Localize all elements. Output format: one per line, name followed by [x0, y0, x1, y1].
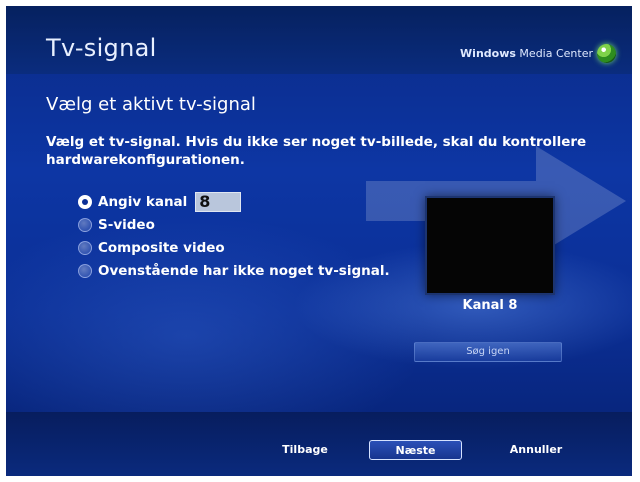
option-label: Ovenstående har ikke noget tv-signal.	[98, 262, 390, 279]
radio-no-signal[interactable]	[78, 263, 92, 278]
brand: Windows Media Center	[460, 44, 616, 63]
option-specify-channel[interactable]: Angiv kanal	[78, 190, 390, 213]
tv-preview	[425, 196, 555, 295]
brand-text-rest: Media Center	[515, 47, 593, 60]
channel-input[interactable]	[195, 191, 242, 212]
radio-specify-channel[interactable]	[78, 194, 92, 209]
header-bar: Tv-signal Windows Media Center	[6, 6, 632, 74]
section-heading: Vælg et aktivt tv-signal	[46, 94, 256, 115]
page-title: Tv-signal	[46, 34, 157, 62]
option-label: S-video	[98, 216, 155, 233]
next-button[interactable]: Næste	[369, 440, 462, 460]
windows-flag-icon	[597, 44, 616, 63]
option-no-signal[interactable]: Ovenstående har ikke noget tv-signal.	[78, 259, 390, 282]
radio-composite-video[interactable]	[78, 240, 92, 255]
wizard-window: Tv-signal Windows Media Center Vælg et a…	[6, 6, 632, 476]
brand-text-bold: Windows	[460, 47, 516, 60]
option-label: Composite video	[98, 239, 225, 256]
radio-s-video[interactable]	[78, 217, 92, 232]
option-label: Angiv kanal	[98, 193, 188, 210]
instruction-text: Vælg et tv-signal. Hvis du ikke ser noge…	[46, 134, 587, 168]
option-s-video[interactable]: S-video	[78, 213, 390, 236]
preview-channel-label: Kanal 8	[462, 298, 518, 313]
back-button[interactable]: Tilbage	[272, 440, 338, 460]
option-composite-video[interactable]: Composite video	[78, 236, 390, 259]
rescan-button[interactable]: Søg igen	[414, 342, 562, 362]
brand-text: Windows Media Center	[460, 47, 593, 60]
cancel-button[interactable]: Annuller	[484, 440, 588, 460]
signal-options: Angiv kanal S-video Composite video Oven…	[78, 190, 390, 282]
